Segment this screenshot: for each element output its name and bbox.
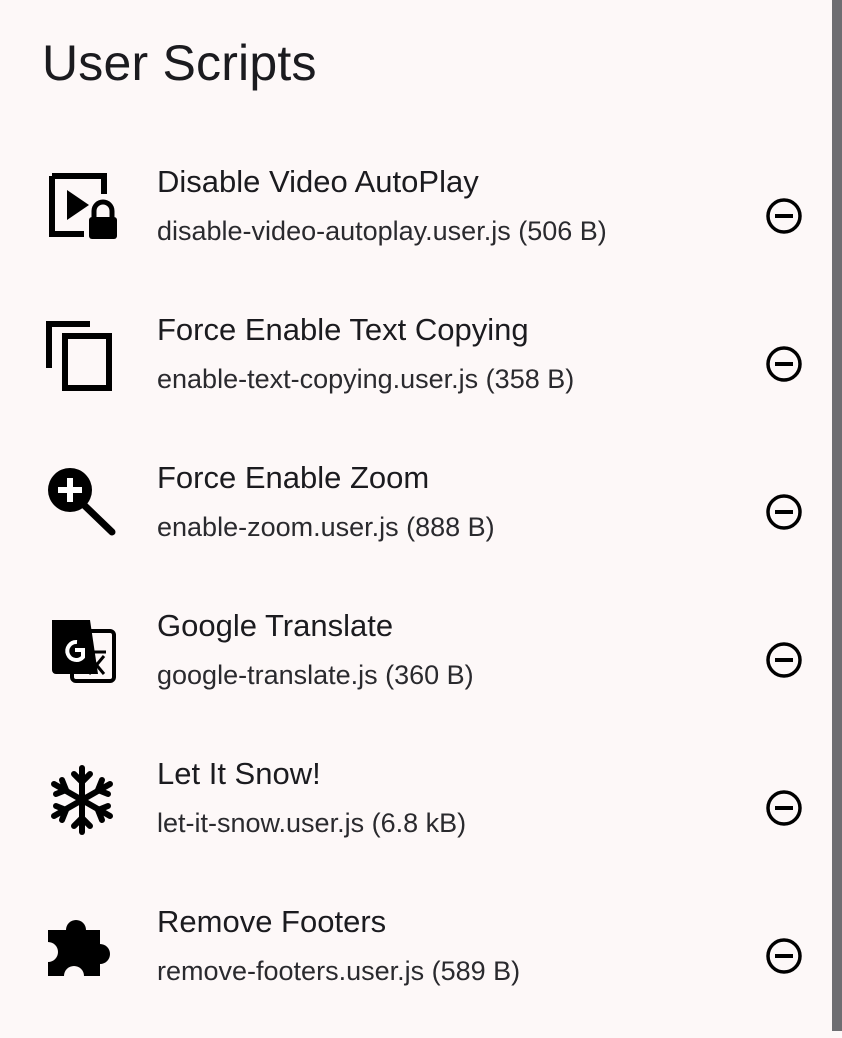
minus-circle-icon (766, 790, 802, 826)
video-lock-icon (44, 170, 120, 246)
remove-script-button[interactable] (752, 332, 816, 396)
scrollbar-edge (832, 0, 842, 1031)
script-row-let-it-snow[interactable]: Let It Snow! let-it-snow.user.js (6.8 kB… (0, 742, 832, 890)
translate-icon (44, 614, 120, 690)
script-filename: enable-text-copying.user.js (358 B) (157, 364, 575, 394)
script-filename: disable-video-autoplay.user.js (506 B) (157, 216, 607, 246)
page-title: User Scripts (42, 35, 317, 91)
remove-script-button[interactable] (752, 628, 816, 692)
script-filename: let-it-snow.user.js (6.8 kB) (157, 808, 467, 838)
snowflake-icon (44, 762, 120, 838)
remove-script-button[interactable] (752, 184, 816, 248)
minus-circle-icon (766, 642, 802, 678)
script-title: Force Enable Text Copying (157, 312, 529, 347)
script-title: Google Translate (157, 608, 394, 643)
minus-circle-icon (766, 346, 802, 382)
script-row-google-translate[interactable]: Google Translate google-translate.js (36… (0, 594, 832, 742)
puzzle-piece-icon (44, 910, 120, 986)
remove-script-button[interactable] (752, 924, 816, 988)
remove-script-button[interactable] (752, 776, 816, 840)
script-title: Remove Footers (157, 904, 387, 939)
remove-script-button[interactable] (752, 480, 816, 544)
script-row-enable-text-copying[interactable]: Force Enable Text Copying enable-text-co… (0, 298, 832, 446)
script-filename: enable-zoom.user.js (888 B) (157, 512, 495, 542)
minus-circle-icon (766, 198, 802, 234)
script-title: Disable Video AutoPlay (157, 164, 479, 199)
script-row-enable-zoom[interactable]: Force Enable Zoom enable-zoom.user.js (8… (0, 446, 832, 594)
script-title: Force Enable Zoom (157, 460, 430, 495)
copy-icon (44, 318, 120, 394)
zoom-in-icon (44, 466, 120, 542)
minus-circle-icon (766, 938, 802, 974)
script-filename: remove-footers.user.js (589 B) (157, 956, 521, 986)
script-row-disable-video-autoplay[interactable]: Disable Video AutoPlay disable-video-aut… (0, 150, 832, 298)
script-filename: google-translate.js (360 B) (157, 660, 474, 690)
script-row-remove-footers[interactable]: Remove Footers remove-footers.user.js (5… (0, 890, 832, 1038)
user-script-list: Disable Video AutoPlay disable-video-aut… (0, 150, 832, 1038)
script-title: Let It Snow! (157, 756, 321, 791)
minus-circle-icon (766, 494, 802, 530)
